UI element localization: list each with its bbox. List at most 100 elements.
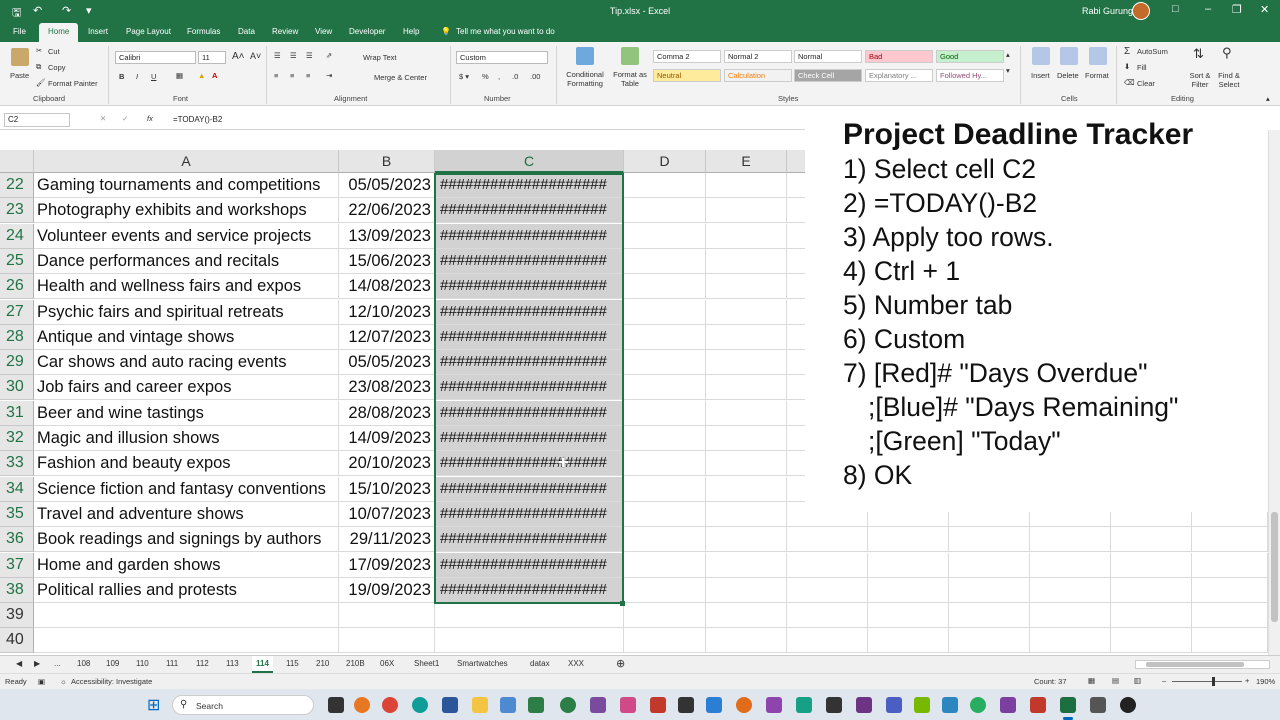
cell-b[interactable]: 14/09/2023 — [339, 426, 435, 451]
maximize-icon[interactable]: ❐ — [1232, 3, 1242, 16]
tab-view[interactable]: View — [315, 27, 332, 36]
format-painter-button[interactable]: Format Painter — [48, 79, 98, 88]
tab-page-layout[interactable]: Page Layout — [126, 27, 171, 36]
cell-c[interactable]: #################### — [435, 299, 624, 325]
paste-icon[interactable] — [11, 48, 29, 66]
cell-b[interactable] — [339, 603, 435, 629]
vertical-scrollbar[interactable] — [1268, 130, 1280, 655]
cell-style-option[interactable]: Explanatory ... — [865, 69, 933, 82]
sheet-tab[interactable]: 111 — [162, 658, 182, 669]
row-header[interactable]: 35 — [0, 501, 34, 527]
enter-icon[interactable]: ✓ — [122, 114, 128, 123]
sheet-tab[interactable]: 114 — [252, 656, 273, 673]
cell-c[interactable]: #################### — [435, 248, 624, 274]
app-icon[interactable] — [826, 697, 842, 713]
row-header[interactable]: 27 — [0, 299, 34, 325]
cell-b[interactable] — [339, 628, 435, 654]
align-left-icon[interactable]: ≡ — [274, 71, 278, 80]
align-middle-icon[interactable]: ☰ — [290, 51, 297, 60]
row-header[interactable]: 38 — [0, 577, 34, 603]
cell-a[interactable]: Photography exhibits and workshops — [34, 198, 339, 224]
align-top-icon[interactable]: ☰ — [274, 51, 281, 60]
cell-style-option[interactable]: Comma 2 — [653, 50, 721, 63]
conditional-formatting-button[interactable]: Conditional Formatting — [561, 70, 609, 88]
tab-review[interactable]: Review — [272, 27, 298, 36]
cell-b[interactable]: 10/07/2023 — [339, 501, 435, 527]
cell-a[interactable]: Dance performances and recitals — [34, 248, 339, 274]
app-icon[interactable] — [1090, 697, 1106, 713]
cell-b[interactable]: 12/10/2023 — [339, 299, 435, 325]
insert-cells-icon[interactable] — [1032, 47, 1050, 65]
cell-empty[interactable] — [624, 274, 706, 300]
format-cells-icon[interactable] — [1089, 47, 1107, 65]
fill-color-icon[interactable]: ▲ — [198, 71, 205, 80]
align-bottom-icon[interactable]: ☰ — [306, 51, 313, 60]
cell-empty[interactable] — [1030, 628, 1111, 654]
avatar[interactable] — [1132, 2, 1150, 20]
cancel-icon[interactable]: ✕ — [100, 114, 106, 123]
format-as-table-button[interactable]: Format as Table — [612, 70, 648, 88]
cell-a[interactable] — [34, 603, 339, 629]
sort-filter-button[interactable]: Sort & Filter — [1186, 71, 1214, 89]
tab-help[interactable]: Help — [403, 27, 419, 36]
cell-empty[interactable] — [624, 476, 706, 502]
horizontal-scrollbar[interactable] — [1135, 660, 1270, 669]
cell-empty[interactable] — [1192, 577, 1268, 603]
cell-empty[interactable] — [787, 577, 868, 603]
cell-c[interactable]: #################### — [435, 501, 624, 527]
cell-b[interactable]: 28/08/2023 — [339, 400, 435, 426]
prev-sheet-icon[interactable]: ◀ — [12, 658, 26, 669]
cell-c[interactable]: #################### — [435, 198, 624, 224]
cell-empty[interactable] — [1192, 527, 1268, 553]
nvidia-icon[interactable] — [914, 697, 930, 713]
zoom-slider[interactable] — [1172, 681, 1242, 682]
cell-empty[interactable] — [706, 628, 787, 654]
cell-empty[interactable] — [624, 350, 706, 376]
cell-empty[interactable] — [624, 552, 706, 578]
cell-empty[interactable] — [706, 552, 787, 578]
cell-c[interactable]: #################### — [435, 426, 624, 451]
fill-handle[interactable] — [620, 601, 625, 606]
cell-empty[interactable] — [624, 527, 706, 553]
percent-icon[interactable]: % — [482, 72, 489, 81]
cell-a[interactable]: Gaming tournaments and competitions — [34, 173, 339, 198]
app-icon[interactable] — [590, 697, 606, 713]
find-select-button[interactable]: Find & Select — [1214, 71, 1244, 89]
tab-insert[interactable]: Insert — [88, 27, 108, 36]
clear-icon[interactable]: ⌫ — [1124, 78, 1135, 87]
cell-empty[interactable] — [1030, 603, 1111, 629]
cell-style-option[interactable]: Good — [936, 50, 1004, 63]
app-icon[interactable] — [796, 697, 812, 713]
font-name-select[interactable]: Calibri — [115, 51, 196, 64]
comma-style-icon[interactable]: , — [498, 72, 500, 81]
align-center-icon[interactable]: ≡ — [290, 71, 294, 80]
insert-function-icon[interactable]: fx — [147, 114, 153, 123]
row-header[interactable]: 37 — [0, 552, 34, 578]
cell-empty[interactable] — [706, 577, 787, 603]
app-icon[interactable] — [766, 697, 782, 713]
cell-c[interactable]: #################### — [435, 223, 624, 249]
name-box[interactable]: C2 — [4, 113, 70, 127]
sheet-tab[interactable]: datax — [526, 658, 554, 669]
find-select-icon[interactable]: ⚲ — [1222, 45, 1232, 61]
cell-b[interactable]: 05/05/2023 — [339, 173, 435, 198]
delete-cells-icon[interactable] — [1060, 47, 1078, 65]
cut-button[interactable]: Cut — [48, 47, 60, 56]
grow-font-icon[interactable]: A˄ — [232, 51, 245, 62]
cell-empty[interactable] — [624, 577, 706, 603]
format-cells-button[interactable]: Format — [1085, 71, 1109, 80]
cell-a[interactable]: Travel and adventure shows — [34, 501, 339, 527]
cell-empty[interactable] — [787, 603, 868, 629]
more-sheets-button[interactable]: ... — [50, 658, 65, 669]
cell-style-option[interactable]: Calculation — [724, 69, 792, 82]
italic-icon[interactable]: I — [136, 72, 138, 81]
cell-style-option[interactable]: Normal 2 — [724, 50, 792, 63]
cell-empty[interactable] — [706, 476, 787, 502]
select-all-corner[interactable] — [0, 150, 34, 173]
cell-empty[interactable] — [868, 552, 949, 578]
cell-b[interactable]: 17/09/2023 — [339, 552, 435, 578]
conditional-formatting-icon[interactable] — [576, 47, 594, 65]
formula-input[interactable]: =TODAY()-B2 — [173, 115, 222, 124]
fill-icon[interactable]: ⬇ — [1124, 62, 1130, 71]
calendar-icon[interactable] — [442, 697, 458, 713]
